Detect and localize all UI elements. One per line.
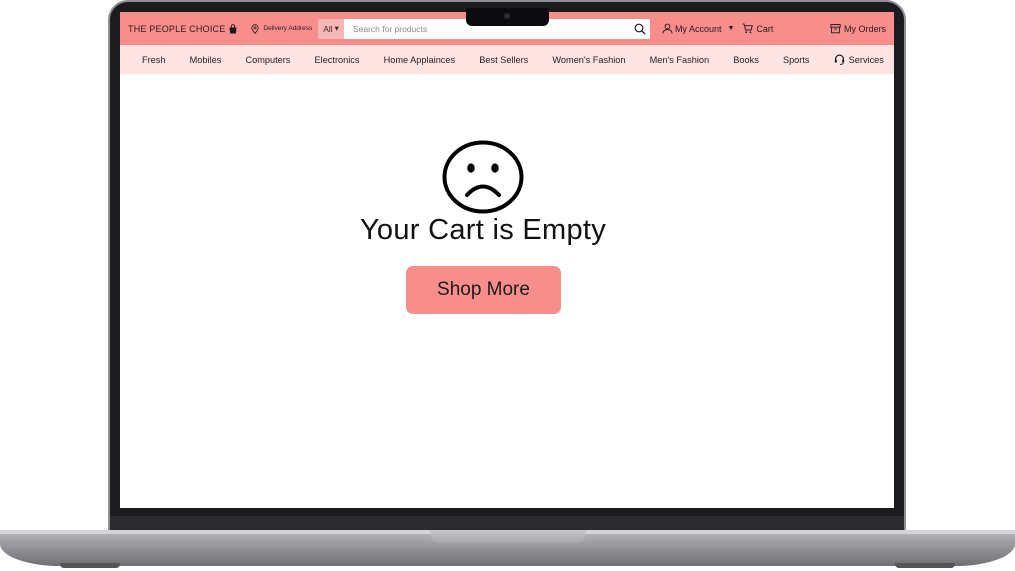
cart-link[interactable]: Cart bbox=[742, 23, 773, 34]
bag-icon bbox=[229, 23, 237, 33]
category-mobiles[interactable]: Mobiles bbox=[190, 55, 222, 65]
delivery-address-link[interactable]: Delivery Address bbox=[250, 23, 313, 34]
screen: THE PEOPLE CHOICE Delivery Address All ▾… bbox=[120, 12, 894, 508]
category-navigation-bar: Fresh Mobiles Computers Electronics Home… bbox=[120, 45, 894, 74]
delivery-address-label: Delivery Address bbox=[263, 25, 313, 32]
laptop-opening-notch bbox=[430, 530, 586, 543]
search-category-select[interactable]: All ▾ bbox=[318, 18, 344, 39]
shop-more-button[interactable]: Shop More bbox=[406, 266, 561, 314]
category-books[interactable]: Books bbox=[733, 55, 759, 65]
my-account-menu[interactable]: My Account ▼ bbox=[662, 23, 734, 34]
user-icon bbox=[662, 23, 673, 34]
category-fresh[interactable]: Fresh bbox=[142, 55, 166, 65]
brand-name: THE PEOPLE CHOICE bbox=[128, 23, 226, 34]
services-label: Services bbox=[848, 54, 884, 65]
category-electronics[interactable]: Electronics bbox=[315, 55, 360, 65]
category-computers[interactable]: Computers bbox=[245, 55, 290, 65]
category-home-appliances[interactable]: Home Applainces bbox=[384, 55, 456, 65]
laptop-chin bbox=[110, 516, 904, 530]
empty-cart-heading: Your Cart is Empty bbox=[359, 214, 607, 246]
cart-label: Cart bbox=[756, 23, 774, 34]
category-mens-fashion[interactable]: Men's Fashion bbox=[650, 55, 709, 65]
category-sports[interactable]: Sports bbox=[783, 55, 810, 65]
caret-down-icon: ▼ bbox=[727, 25, 735, 32]
search-placeholder: Search for products bbox=[352, 23, 428, 34]
my-orders-label: My Orders bbox=[843, 23, 886, 34]
orders-box-icon bbox=[830, 24, 841, 34]
laptop-foot-left bbox=[60, 563, 120, 568]
cart-icon bbox=[742, 23, 754, 34]
laptop-foot-right bbox=[895, 563, 955, 568]
search-icon[interactable] bbox=[634, 23, 646, 35]
search-category-value: All bbox=[323, 23, 333, 34]
category-best-sellers[interactable]: Best Sellers bbox=[479, 55, 528, 65]
sad-face-icon bbox=[442, 140, 524, 214]
chevron-down-icon: ▾ bbox=[334, 23, 339, 33]
headset-icon bbox=[834, 54, 844, 65]
location-pin-icon bbox=[251, 23, 260, 34]
laptop-camera-notch bbox=[466, 8, 549, 26]
my-account-label: My Account bbox=[674, 23, 722, 34]
category-womens-fashion[interactable]: Women's Fashion bbox=[552, 55, 625, 65]
brand-logo[interactable]: THE PEOPLE CHOICE bbox=[128, 24, 238, 34]
services-link[interactable]: Services bbox=[834, 54, 884, 65]
my-orders-link[interactable]: My Orders bbox=[830, 23, 886, 34]
